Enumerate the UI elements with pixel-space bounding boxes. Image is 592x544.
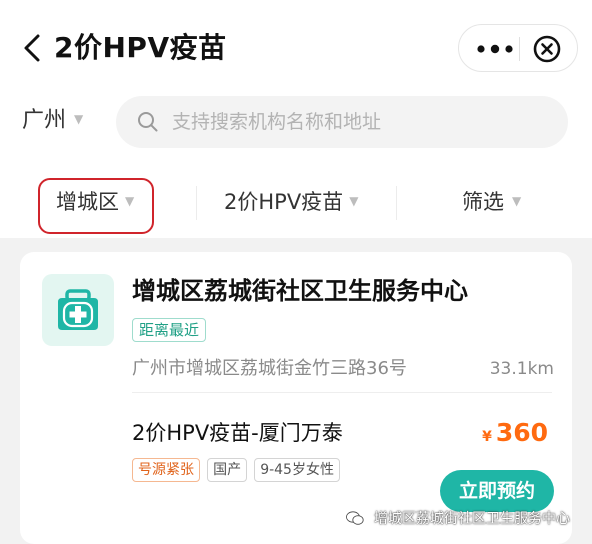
city-selector[interactable]: 广州 ▼ bbox=[22, 106, 83, 136]
caret-down-icon: ▼ bbox=[349, 194, 359, 208]
clinic-address: 广州市增城区荔城街金竹三路36号 bbox=[132, 358, 407, 379]
vaccine-name: 2价HPV疫苗-厦门万泰 bbox=[132, 421, 343, 445]
nearest-badge: 距离最近 bbox=[132, 318, 207, 342]
filter-screen[interactable]: 筛选 ▼ bbox=[462, 186, 521, 219]
filter-district-label: 增城区 bbox=[56, 190, 119, 214]
page-title: 2价HPV疫苗 bbox=[54, 31, 227, 64]
vaccine-price: ¥360 bbox=[482, 416, 548, 454]
filter-divider bbox=[196, 186, 197, 220]
tag-age-range: 9-45岁女性 bbox=[254, 458, 340, 482]
filter-vaccine-label: 2价HPV疫苗 bbox=[224, 190, 344, 214]
search-placeholder: 支持搜索机构名称和地址 bbox=[172, 111, 382, 133]
vaccine-tags: 号源紧张 国产 9-45岁女性 bbox=[132, 458, 342, 482]
top-bar: 2价HPV疫苗 广州 ▼ 支持搜索机构名称和地址 bbox=[0, 0, 592, 168]
medical-kit-icon bbox=[58, 289, 98, 330]
search-icon bbox=[138, 112, 158, 132]
caret-down-icon: ▼ bbox=[125, 194, 135, 208]
filter-screen-label: 筛选 bbox=[462, 190, 504, 214]
city-label: 广州 bbox=[22, 108, 67, 133]
tag-scarce: 号源紧张 bbox=[132, 458, 200, 482]
more-dots-icon[interactable] bbox=[475, 40, 515, 58]
filter-district[interactable]: 增城区 ▼ bbox=[56, 186, 134, 219]
watermark: 增城区荔城街社区卫生服务中心 bbox=[346, 506, 570, 532]
card-divider bbox=[132, 392, 552, 393]
caret-down-icon: ▼ bbox=[512, 194, 522, 208]
clinic-card[interactable]: 增城区荔城街社区卫生服务中心 距离最近 广州市增城区荔城街金竹三路36号 33.… bbox=[20, 252, 572, 544]
capsule-divider bbox=[519, 37, 520, 61]
clinic-name: 增城区荔城街社区卫生服务中心 bbox=[132, 277, 468, 305]
filter-bar: 增城区 ▼ 2价HPV疫苗 ▼ 筛选 ▼ bbox=[0, 168, 592, 238]
currency-symbol: ¥ bbox=[482, 429, 492, 445]
price-value: 360 bbox=[495, 418, 548, 447]
clinic-logo bbox=[42, 274, 114, 346]
close-circle-icon[interactable] bbox=[532, 34, 562, 64]
mini-program-capsule bbox=[458, 24, 578, 72]
search-input[interactable]: 支持搜索机构名称和地址 bbox=[116, 96, 568, 148]
watermark-text: 增城区荔城街社区卫生服务中心 bbox=[374, 511, 570, 527]
tag-domestic: 国产 bbox=[207, 458, 248, 482]
wechat-icon bbox=[346, 511, 364, 525]
caret-down-icon: ▼ bbox=[74, 112, 84, 126]
back-chevron-icon[interactable] bbox=[18, 30, 48, 66]
filter-divider bbox=[396, 186, 397, 220]
clinic-distance: 33.1km bbox=[489, 359, 554, 379]
filter-vaccine[interactable]: 2价HPV疫苗 ▼ bbox=[224, 186, 358, 219]
